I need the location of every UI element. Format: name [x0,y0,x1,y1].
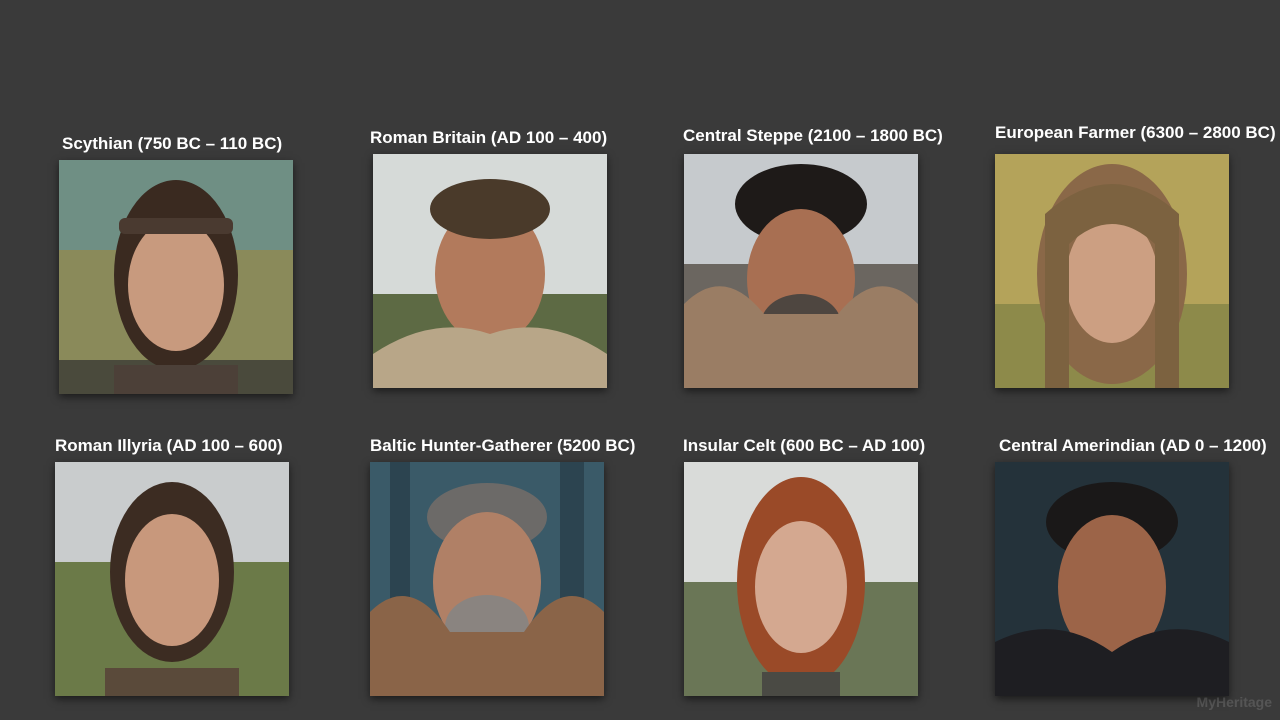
portrait-image-roman-britain [373,154,607,388]
portrait-image-central-steppe [684,154,918,388]
portrait-image-scythian [59,160,293,394]
portrait-title-baltic-hunter-gatherer: Baltic Hunter-Gatherer (5200 BC) [370,436,636,455]
portrait-image-central-amerindian [995,462,1229,696]
portrait-title-european-farmer: European Farmer (6300 – 2800 BC) [995,123,1276,142]
portrait-title-insular-celt: Insular Celt (600 BC – AD 100) [683,436,926,455]
portrait-title-scythian: Scythian (750 BC – 110 BC) [62,134,283,153]
portrait-title-roman-britain: Roman Britain (AD 100 – 400) [370,128,608,147]
portrait-image-insular-celt [684,462,918,696]
portrait-title-roman-illyria: Roman Illyria (AD 100 – 600) [55,436,283,455]
portrait-title-central-steppe: Central Steppe (2100 – 1800 BC) [683,126,943,145]
watermark-logo: MyHeritage [1196,694,1272,710]
portrait-image-european-farmer [995,154,1229,388]
portrait-title-central-amerindian: Central Amerindian (AD 0 – 1200) [999,436,1267,455]
portrait-image-baltic-hunter-gatherer [370,462,604,696]
portrait-image-roman-illyria [55,462,289,696]
